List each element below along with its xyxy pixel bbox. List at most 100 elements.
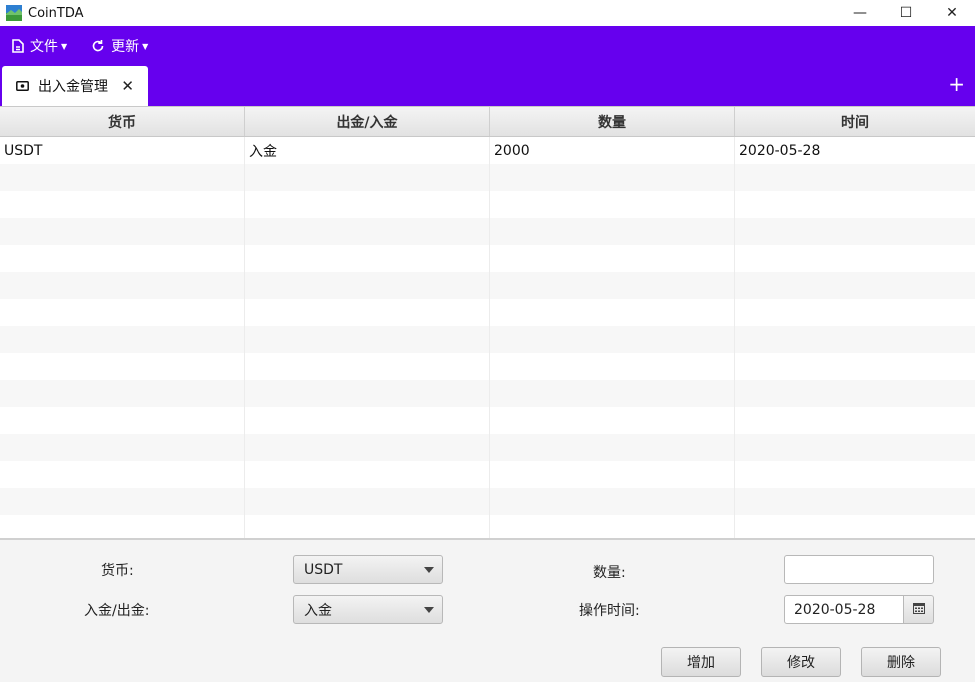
refresh-icon	[91, 39, 105, 53]
table-cell: USDT	[0, 137, 245, 164]
currency-label: 货币:	[101, 563, 134, 579]
table-cell	[735, 515, 975, 538]
table-header: 货币 出金/入金 数量 时间	[0, 107, 975, 137]
table-cell	[490, 461, 735, 488]
maximize-button[interactable]: ☐	[883, 0, 929, 26]
menu-file[interactable]: 文件 ▼	[12, 36, 67, 56]
table-cell	[0, 434, 245, 461]
table-cell	[245, 245, 490, 272]
quantity-label: 数量:	[593, 565, 626, 581]
currency-select-value: USDT	[304, 561, 343, 578]
table-cell	[735, 272, 975, 299]
table-cell	[0, 299, 245, 326]
table-cell	[490, 515, 735, 538]
table-row[interactable]	[0, 164, 975, 191]
table-cell	[490, 326, 735, 353]
column-header-quantity[interactable]: 数量	[490, 107, 735, 136]
menu-update[interactable]: 更新 ▼	[91, 36, 148, 56]
table-cell	[490, 245, 735, 272]
operation-time-label: 操作时间:	[579, 603, 640, 619]
table-cell	[0, 245, 245, 272]
edit-button[interactable]: 修改	[761, 647, 841, 677]
table-row[interactable]	[0, 272, 975, 299]
table-row[interactable]	[0, 461, 975, 488]
dropdown-arrow-icon	[424, 567, 434, 573]
table-row[interactable]	[0, 245, 975, 272]
delete-button[interactable]: 删除	[861, 647, 941, 677]
table-cell	[735, 488, 975, 515]
money-icon	[16, 81, 29, 91]
table-cell	[0, 326, 245, 353]
table-cell: 2000	[490, 137, 735, 164]
close-window-button[interactable]: ✕	[929, 0, 975, 26]
table-row[interactable]	[0, 218, 975, 245]
add-tab-button[interactable]: +	[948, 74, 965, 94]
calendar-icon	[912, 602, 925, 618]
quantity-input[interactable]	[784, 555, 934, 584]
direction-label: 入金/出金:	[84, 603, 150, 619]
table-cell	[735, 218, 975, 245]
column-header-currency[interactable]: 货币	[0, 107, 245, 136]
table-row[interactable]	[0, 380, 975, 407]
column-header-time[interactable]: 时间	[735, 107, 975, 136]
tab-deposit-withdrawal[interactable]: 出入金管理 ✕	[2, 66, 148, 106]
table-row[interactable]	[0, 488, 975, 515]
table-cell	[735, 380, 975, 407]
table-cell	[735, 461, 975, 488]
column-header-direction[interactable]: 出金/入金	[245, 107, 490, 136]
table-cell	[735, 191, 975, 218]
table-cell	[0, 407, 245, 434]
table-row[interactable]	[0, 191, 975, 218]
table-cell	[0, 515, 245, 538]
table-cell	[490, 353, 735, 380]
table-cell	[0, 488, 245, 515]
date-input[interactable]: 2020-05-28	[784, 595, 904, 624]
table-cell	[245, 299, 490, 326]
table-row[interactable]	[0, 353, 975, 380]
tab-label: 出入金管理	[38, 79, 108, 95]
table-row[interactable]	[0, 515, 975, 538]
table-cell	[0, 461, 245, 488]
table-cell	[490, 218, 735, 245]
calendar-button[interactable]	[904, 595, 934, 624]
app-logo-icon	[6, 5, 22, 21]
table-body: USDT 入金 2000 2020-05-28	[0, 137, 975, 538]
table-cell	[490, 299, 735, 326]
title-bar: CoinTDA — ☐ ✕	[0, 0, 975, 26]
menu-update-label: 更新	[111, 39, 140, 55]
minimize-button[interactable]: —	[837, 0, 883, 26]
direction-select[interactable]: 入金	[293, 595, 443, 624]
table-cell	[0, 218, 245, 245]
app-header: 文件 ▼ 更新 ▼ 出入金管理 ✕ +	[0, 26, 975, 106]
table-row[interactable]	[0, 326, 975, 353]
app-title: CoinTDA	[28, 5, 84, 21]
add-button[interactable]: 增加	[661, 647, 741, 677]
table-cell	[245, 326, 490, 353]
table-cell	[490, 488, 735, 515]
table-cell	[245, 461, 490, 488]
table-row[interactable]	[0, 434, 975, 461]
file-icon	[12, 39, 24, 53]
table-cell	[245, 353, 490, 380]
currency-select[interactable]: USDT	[293, 555, 443, 584]
table-cell	[245, 191, 490, 218]
table-cell	[490, 191, 735, 218]
date-input-value: 2020-05-28	[794, 601, 876, 618]
table-cell	[245, 407, 490, 434]
table-cell	[735, 299, 975, 326]
table-row[interactable]	[0, 407, 975, 434]
table-row[interactable]: USDT 入金 2000 2020-05-28	[0, 137, 975, 164]
direction-select-value: 入金	[304, 602, 332, 619]
table-cell	[0, 191, 245, 218]
table-cell	[245, 218, 490, 245]
table-cell	[735, 407, 975, 434]
table-cell	[245, 434, 490, 461]
table-row[interactable]	[0, 299, 975, 326]
table-cell: 入金	[245, 137, 490, 164]
table-cell	[490, 272, 735, 299]
table-cell	[735, 326, 975, 353]
tab-close-icon[interactable]: ✕	[121, 77, 134, 95]
table-cell	[0, 380, 245, 407]
caret-down-icon: ▼	[142, 41, 149, 51]
table-cell	[735, 164, 975, 191]
